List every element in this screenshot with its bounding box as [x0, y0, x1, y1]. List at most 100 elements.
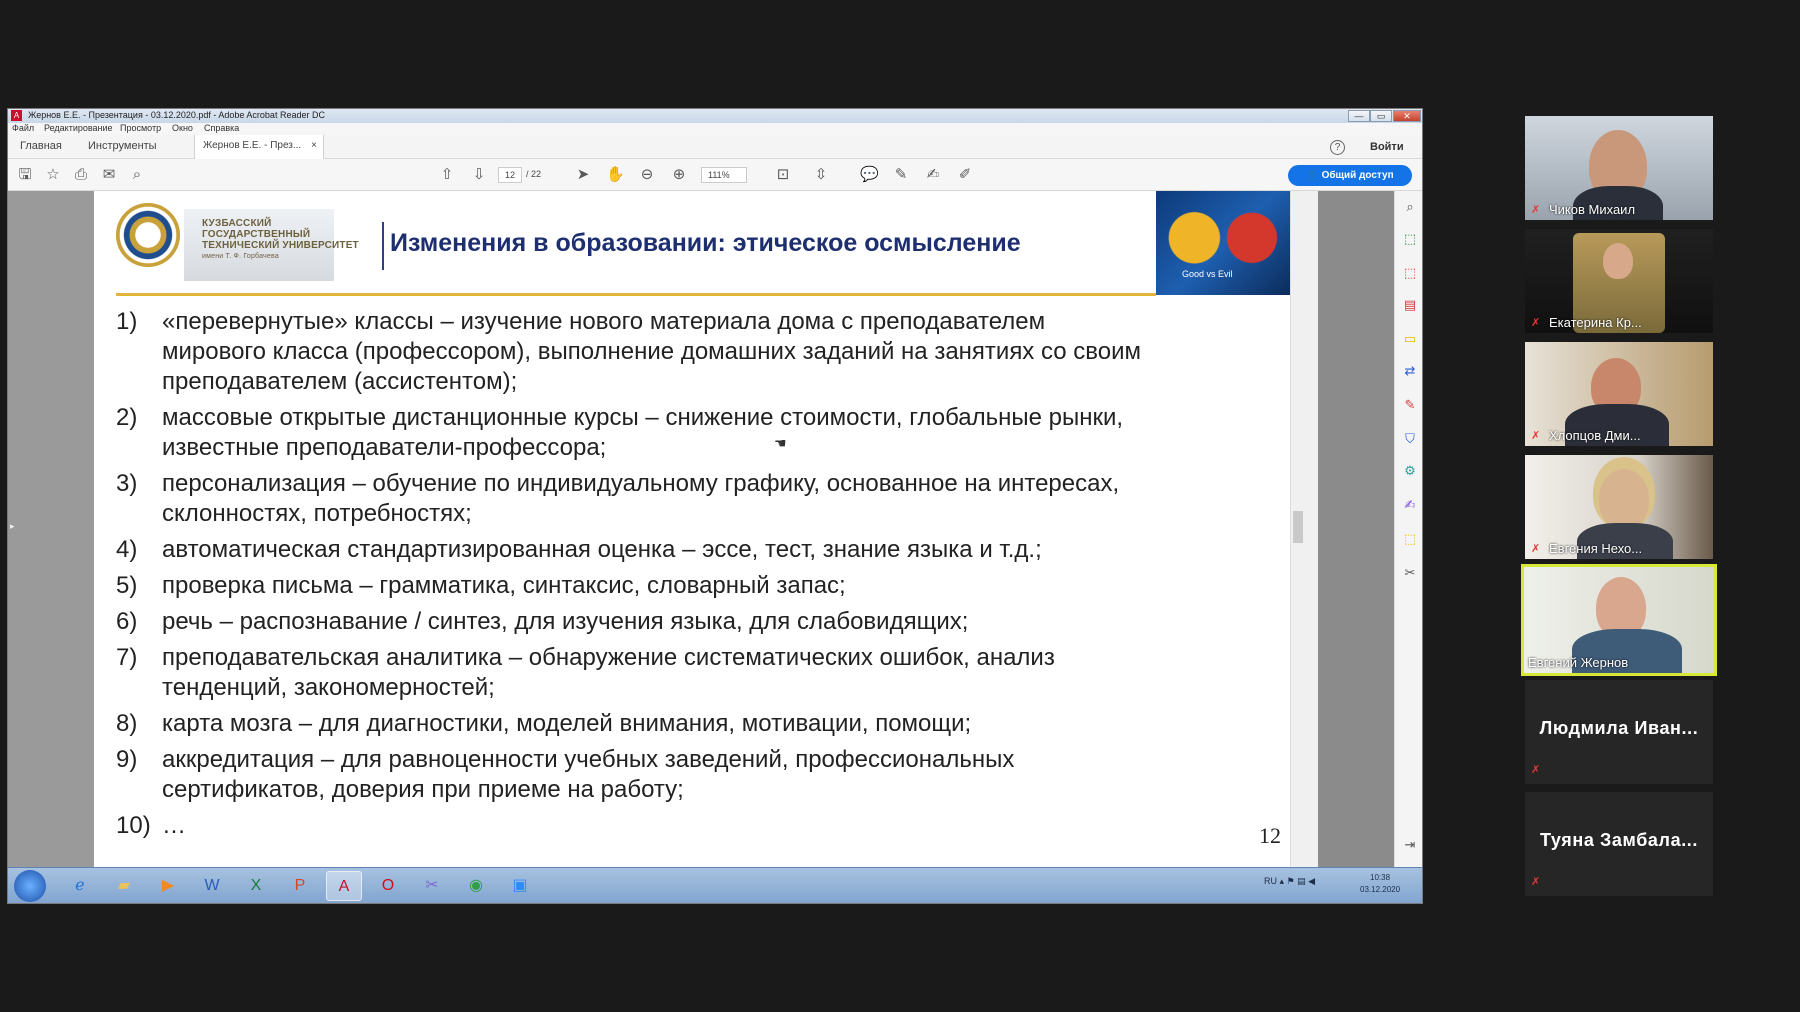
- export-pdf-icon[interactable]: ⬚: [1402, 231, 1418, 247]
- sign-in-button[interactable]: Войти: [1370, 141, 1404, 153]
- list-item: 5) проверка письма – грамматика, синтакси…: [116, 571, 1266, 601]
- sign-icon[interactable]: ✍: [924, 166, 942, 184]
- tab-home[interactable]: Главная: [20, 140, 62, 152]
- mail-icon[interactable]: ✉: [100, 166, 118, 184]
- comment-icon[interactable]: 💬: [860, 166, 879, 184]
- maximize-button[interactable]: ▭: [1370, 110, 1392, 122]
- tab-document[interactable]: Жернов Е.Е. - През... ×: [194, 135, 324, 159]
- tray-icons[interactable]: ▴ ⚑ ▤ ◀: [1280, 876, 1316, 886]
- scroll-mode-icon[interactable]: ⇳: [812, 166, 830, 184]
- arrow-down-icon[interactable]: ⇩: [470, 166, 488, 184]
- scrollbar-thumb[interactable]: [1293, 511, 1303, 543]
- enhance-scan-icon[interactable]: ⚙: [1402, 463, 1418, 479]
- participant-tile[interactable]: ✗ Хлопцов Дми...: [1525, 342, 1713, 446]
- arrow-up-icon[interactable]: ⇧: [438, 166, 456, 184]
- page-number-field[interactable]: 12 / 22: [498, 167, 554, 183]
- system-clock[interactable]: 10:38 03.12.2020: [1360, 872, 1400, 896]
- list-item-number: 9): [116, 746, 138, 773]
- close-window-button[interactable]: ✕: [1393, 110, 1421, 122]
- fill-sign-icon[interactable]: ✐: [956, 166, 974, 184]
- search-icon[interactable]: ⌕: [128, 166, 146, 184]
- zoom-level-select[interactable]: 111%: [701, 167, 747, 183]
- collapse-panel-strip[interactable]: [1304, 191, 1318, 867]
- expand-left-panel-icon[interactable]: ▸: [10, 521, 15, 532]
- list-item-number: 5): [116, 572, 138, 599]
- list-item-number: 3): [116, 470, 138, 497]
- list-item-text: …: [162, 812, 186, 839]
- mic-muted-icon: ✗: [1531, 876, 1541, 888]
- menu-view[interactable]: Просмотр: [120, 123, 161, 133]
- university-name-line-2: ТЕХНИЧЕСКИЙ УНИВЕРСИТЕТ: [202, 240, 359, 251]
- tools-pane: ⌕ ⬚ ⬚ ▤ ▭ ⇄ ✎ ⛉ ⚙ ✍ ⬚ ✂ ⇥: [1394, 191, 1422, 867]
- sign-tool-icon[interactable]: ✍: [1402, 497, 1418, 513]
- menu-file[interactable]: Файл: [12, 123, 34, 133]
- chrome-icon[interactable]: ◉: [458, 871, 494, 901]
- share-tool-icon[interactable]: ⬚: [1402, 531, 1418, 547]
- participant-name: Чиков Михаил: [1549, 202, 1636, 217]
- hand-cursor-icon: ☚: [774, 435, 787, 451]
- tab-tools[interactable]: Инструменты: [88, 140, 157, 152]
- menu-edit[interactable]: Редактирование: [44, 123, 113, 133]
- fit-page-icon[interactable]: ⊡: [774, 166, 792, 184]
- collapse-pane-icon[interactable]: ⇥: [1402, 837, 1418, 853]
- minimize-button[interactable]: —: [1348, 110, 1370, 122]
- participant-tile[interactable]: ✗ Чиков Михаил: [1525, 116, 1713, 220]
- menu-help[interactable]: Справка: [204, 123, 239, 133]
- document-area[interactable]: ▸ КУЗБАССКИЙ ГОСУДАРСТВЕННЫЙ ТЕХНИЧЕСКИЙ…: [8, 191, 1404, 867]
- print-icon[interactable]: ⎙: [72, 166, 90, 184]
- word-icon[interactable]: W: [194, 871, 230, 901]
- hand-icon[interactable]: ✋: [606, 166, 625, 184]
- mic-muted-icon: ✗: [1531, 430, 1541, 442]
- left-panel-strip: ▸: [8, 191, 94, 867]
- opera-icon[interactable]: O: [370, 871, 406, 901]
- tab-bar: Главная Инструменты Жернов Е.Е. - През..…: [8, 135, 1422, 159]
- acrobat-task-icon[interactable]: A: [326, 871, 362, 901]
- powerpoint-icon[interactable]: P: [282, 871, 318, 901]
- create-pdf-icon[interactable]: ⬚: [1402, 265, 1418, 281]
- zoom-in-icon[interactable]: ⊕: [670, 166, 688, 184]
- participant-tile[interactable]: ✗ Евгения Нехо...: [1525, 455, 1713, 559]
- media-player-icon[interactable]: ▶: [150, 871, 186, 901]
- fill-sign-tool-icon[interactable]: ✎: [1402, 397, 1418, 413]
- star-icon[interactable]: ☆: [44, 166, 62, 184]
- comment-tool-icon[interactable]: ▭: [1402, 331, 1418, 347]
- zoom-out-icon[interactable]: ⊖: [638, 166, 656, 184]
- mic-muted-icon: ✗: [1531, 204, 1541, 216]
- participant-tile[interactable]: ✗ Екатерина Кр...: [1525, 229, 1713, 333]
- excel-icon[interactable]: X: [238, 871, 274, 901]
- list-item-text: речь – распознавание / синтез, для изуче…: [162, 608, 969, 635]
- pen-icon[interactable]: ✎: [892, 166, 910, 184]
- list-item-number: 1): [116, 308, 138, 335]
- list-item-text: аккредитация – для равноценности учебных…: [162, 746, 1015, 803]
- participant-tile-active-speaker[interactable]: Евгений Жернов: [1521, 564, 1717, 676]
- send-review-icon[interactable]: ⇄: [1402, 363, 1418, 379]
- organize-pages-icon[interactable]: ▤: [1402, 297, 1418, 313]
- list-item-text: массовые открытые дистанционные курсы – …: [162, 404, 1124, 461]
- participant-tile[interactable]: Людмила Иван... ✗: [1525, 680, 1713, 784]
- vertical-scrollbar[interactable]: [1290, 191, 1304, 867]
- list-item: 7) преподавательская аналитика – обнаруже…: [116, 643, 1266, 703]
- brain-illustration: [1156, 191, 1290, 295]
- zoom-tool-icon[interactable]: ⌕: [1402, 199, 1418, 215]
- zoom-app-icon[interactable]: ▣: [502, 871, 538, 901]
- protect-icon[interactable]: ⛉: [1402, 431, 1418, 447]
- menu-bar: Файл Редактирование Просмотр Окно Справк…: [8, 123, 1422, 135]
- file-explorer-icon[interactable]: ▰: [106, 871, 142, 901]
- menu-window[interactable]: Окно: [172, 123, 193, 133]
- keyboard-language[interactable]: RU: [1264, 876, 1277, 886]
- list-item-number: 6): [116, 608, 138, 635]
- save-icon[interactable]: 🖫: [16, 166, 34, 184]
- close-tab-icon[interactable]: ×: [311, 140, 317, 151]
- pointer-icon[interactable]: ➤: [574, 166, 592, 184]
- more-tools-icon[interactable]: ✂: [1402, 565, 1418, 581]
- internet-explorer-icon[interactable]: ℯ: [62, 871, 98, 901]
- tools-app-icon[interactable]: ✂: [414, 871, 450, 901]
- page-current[interactable]: 12: [498, 167, 522, 183]
- list-item-number: 2): [116, 404, 138, 431]
- help-icon[interactable]: ?: [1330, 140, 1345, 155]
- participant-tile[interactable]: Туяна Замбала... ✗: [1525, 792, 1713, 896]
- windows-taskbar: ℯ ▰ ▶ W X P A O ✂ ◉ ▣ RU ▴ ⚑ ▤ ◀ 10:38 0…: [8, 867, 1422, 903]
- start-button[interactable]: [14, 870, 46, 902]
- share-button[interactable]: 👤 Общий доступ: [1288, 165, 1412, 186]
- university-name-line-1: КУЗБАССКИЙ ГОСУДАРСТВЕННЫЙ: [202, 218, 311, 240]
